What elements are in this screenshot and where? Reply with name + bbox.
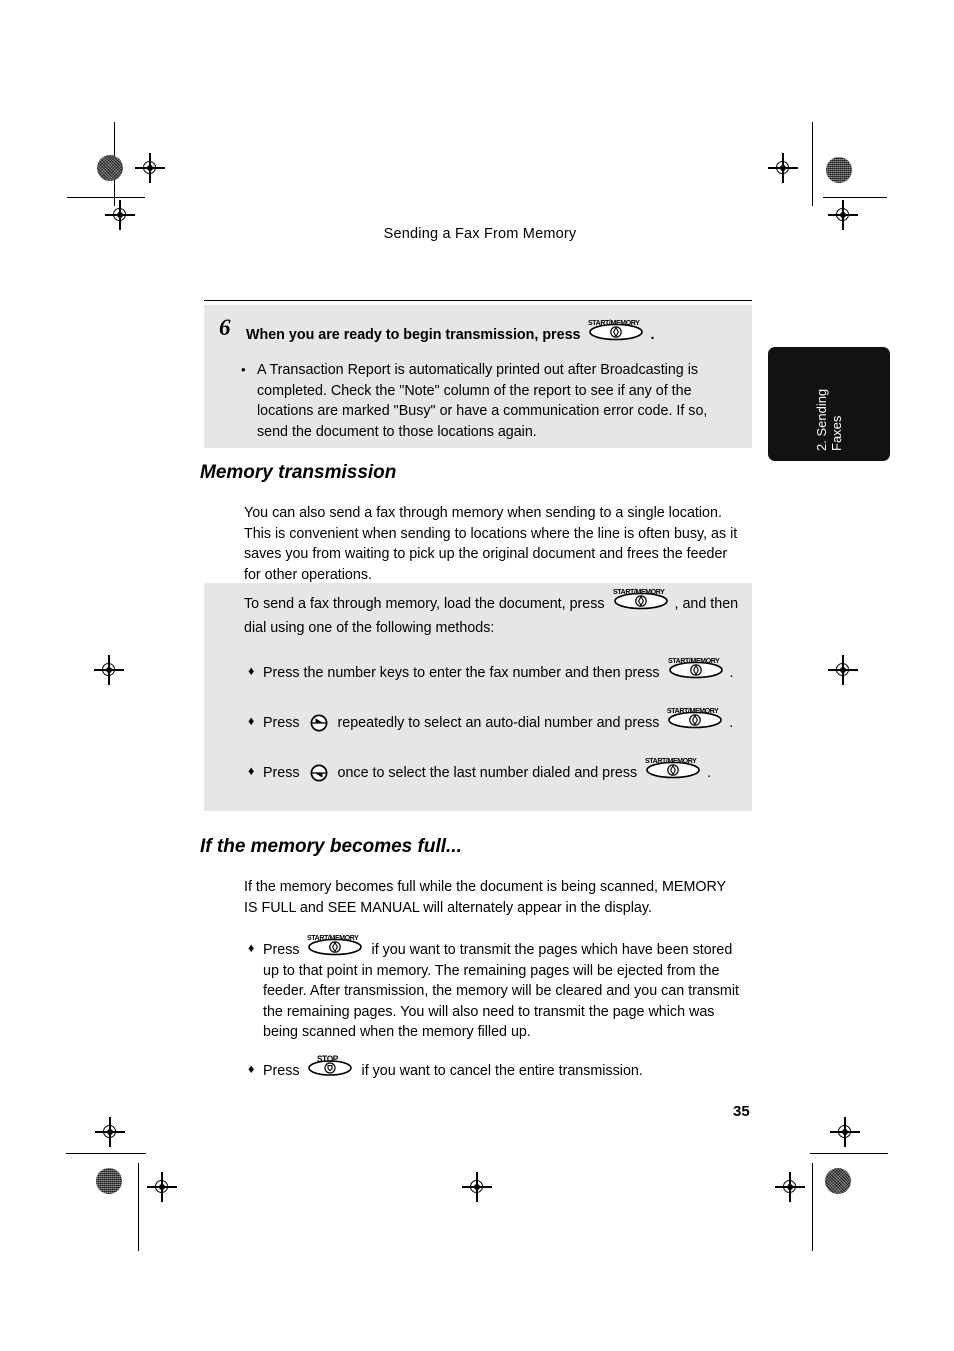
memory-full-lead: Press — [263, 942, 300, 958]
halftone-patch-bottom-left — [96, 1168, 122, 1194]
trim-line-top-left-horizontal — [67, 197, 145, 199]
start-memory-key-icon: START/MEMORY — [668, 656, 726, 679]
arrow-right-icon — [308, 714, 330, 732]
stop-key-caption: STOP — [316, 1054, 338, 1064]
registration-mark-top-right-b — [828, 200, 858, 230]
start-memory-key-caption: START/MEMORY — [612, 587, 665, 596]
memory-method-period: . — [729, 715, 734, 731]
registration-mark-bottom-left-a — [95, 1117, 125, 1147]
memory-method-period: . — [707, 765, 712, 781]
diamond-bullet-icon: ♦ — [248, 664, 255, 678]
step6-heading-text: When you are ready to begin transmission… — [246, 327, 581, 343]
memory-full-text: if you want to transmit the pages which … — [263, 942, 739, 1040]
bullet-dot-icon: • — [241, 362, 246, 377]
memory-full-item: ♦ Press START/MEMORY if you want to tran… — [248, 933, 740, 1043]
trim-line-bottom-right-vertical — [812, 1163, 814, 1251]
memory-transmission-lead-text: To send a fax through memory, load the d… — [244, 596, 605, 612]
memory-full-item: ♦ Press STOP if you want to cancel the e… — [248, 1054, 740, 1082]
memory-method-item: ♦ Press the number keys to enter the fax… — [248, 656, 738, 684]
diamond-bullet-icon: ♦ — [248, 941, 255, 955]
chapter-thumb-tab-label: 2. Sending Faxes — [814, 388, 844, 451]
registration-mark-mid-left — [94, 655, 124, 685]
halftone-patch-bottom-right — [825, 1168, 851, 1194]
halftone-patch-top-left — [97, 155, 123, 181]
memory-method-text: once to select the last number dialed an… — [337, 765, 638, 781]
arrow-left-icon — [308, 764, 330, 782]
running-head: Sending a Fax From Memory — [383, 226, 577, 242]
diamond-bullet-icon: ♦ — [248, 1062, 255, 1076]
chapter-thumb-tab: 2. Sending Faxes — [768, 347, 890, 461]
step6-bullet-item: • A Transaction Report is automatically … — [241, 360, 726, 442]
memory-method-period: . — [729, 665, 734, 681]
trim-line-bottom-right-horizontal — [810, 1153, 888, 1155]
memory-method-item: ♦ Press once to select the last number d… — [248, 756, 738, 784]
registration-mark-top-left-b — [105, 200, 135, 230]
step6-heading: When you are ready to begin transmission… — [246, 318, 716, 345]
step6-top-rule — [204, 300, 752, 302]
memory-method-text: Press the number keys to enter the fax n… — [263, 665, 660, 681]
memory-transmission-lead: To send a fax through memory, load the d… — [244, 587, 744, 615]
memory-method-item: ♦ Press repeatedly to select an auto-dia… — [248, 706, 738, 734]
memory-transmission-lead-tail: , and then — [674, 596, 739, 612]
registration-mark-bottom-right-a — [830, 1117, 860, 1147]
step6-bullet-text: A Transaction Report is automatically pr… — [257, 362, 708, 440]
manual-page: Sending a Fax From Memory 6 When you are… — [0, 0, 954, 1351]
start-memory-key-icon: START/MEMORY — [588, 318, 646, 341]
memory-full-text: if you want to cancel the entire transmi… — [361, 1063, 643, 1079]
start-memory-key-icon: START/MEMORY — [307, 933, 365, 956]
start-memory-key-caption: START/MEMORY — [588, 318, 640, 327]
trim-line-top-right-vertical — [812, 122, 814, 206]
start-memory-key-icon: START/MEMORY — [645, 756, 703, 779]
registration-mark-mid-right — [828, 655, 858, 685]
memory-method-text: repeatedly to select an auto-dial number… — [337, 715, 660, 731]
page-number: 35 — [733, 1103, 750, 1120]
start-memory-key-caption: START/MEMORY — [667, 656, 720, 665]
memory-full-lead: Press — [263, 1063, 300, 1079]
registration-mark-bottom-center — [462, 1172, 492, 1202]
registration-mark-bottom-left-b — [147, 1172, 177, 1202]
stop-key-icon: STOP — [307, 1054, 355, 1076]
trim-line-bottom-left-vertical — [138, 1163, 140, 1251]
start-memory-key-icon: START/MEMORY — [667, 706, 725, 729]
registration-mark-top-left-a — [135, 153, 165, 183]
trim-line-bottom-left-horizontal — [66, 1153, 146, 1155]
start-memory-key-icon: START/MEMORY — [613, 587, 671, 610]
step6-heading-period: . — [650, 327, 655, 343]
halftone-patch-top-right — [826, 157, 852, 183]
start-memory-key-caption: START/MEMORY — [306, 933, 359, 942]
registration-mark-top-right-a — [768, 153, 798, 183]
start-memory-key-caption: START/MEMORY — [667, 706, 719, 715]
diamond-bullet-icon: ♦ — [248, 764, 255, 778]
diamond-bullet-icon: ♦ — [248, 714, 255, 728]
memory-transmission-heading: Memory transmission — [200, 462, 397, 483]
memory-method-lead: Press — [263, 765, 300, 781]
memory-transmission-intro: You can also send a fax through memory w… — [244, 505, 738, 583]
step6-number: 6 — [219, 315, 231, 340]
memory-transmission-lead-line2: dial using one of the following methods: — [244, 620, 495, 636]
registration-mark-bottom-right-b — [775, 1172, 805, 1202]
start-memory-key-caption: START/MEMORY — [645, 756, 697, 765]
trim-line-top-right-horizontal — [823, 197, 887, 199]
memory-full-intro: If the memory becomes full while the doc… — [244, 879, 726, 916]
memory-method-lead: Press — [263, 715, 300, 731]
memory-full-heading: If the memory becomes full... — [200, 836, 462, 857]
